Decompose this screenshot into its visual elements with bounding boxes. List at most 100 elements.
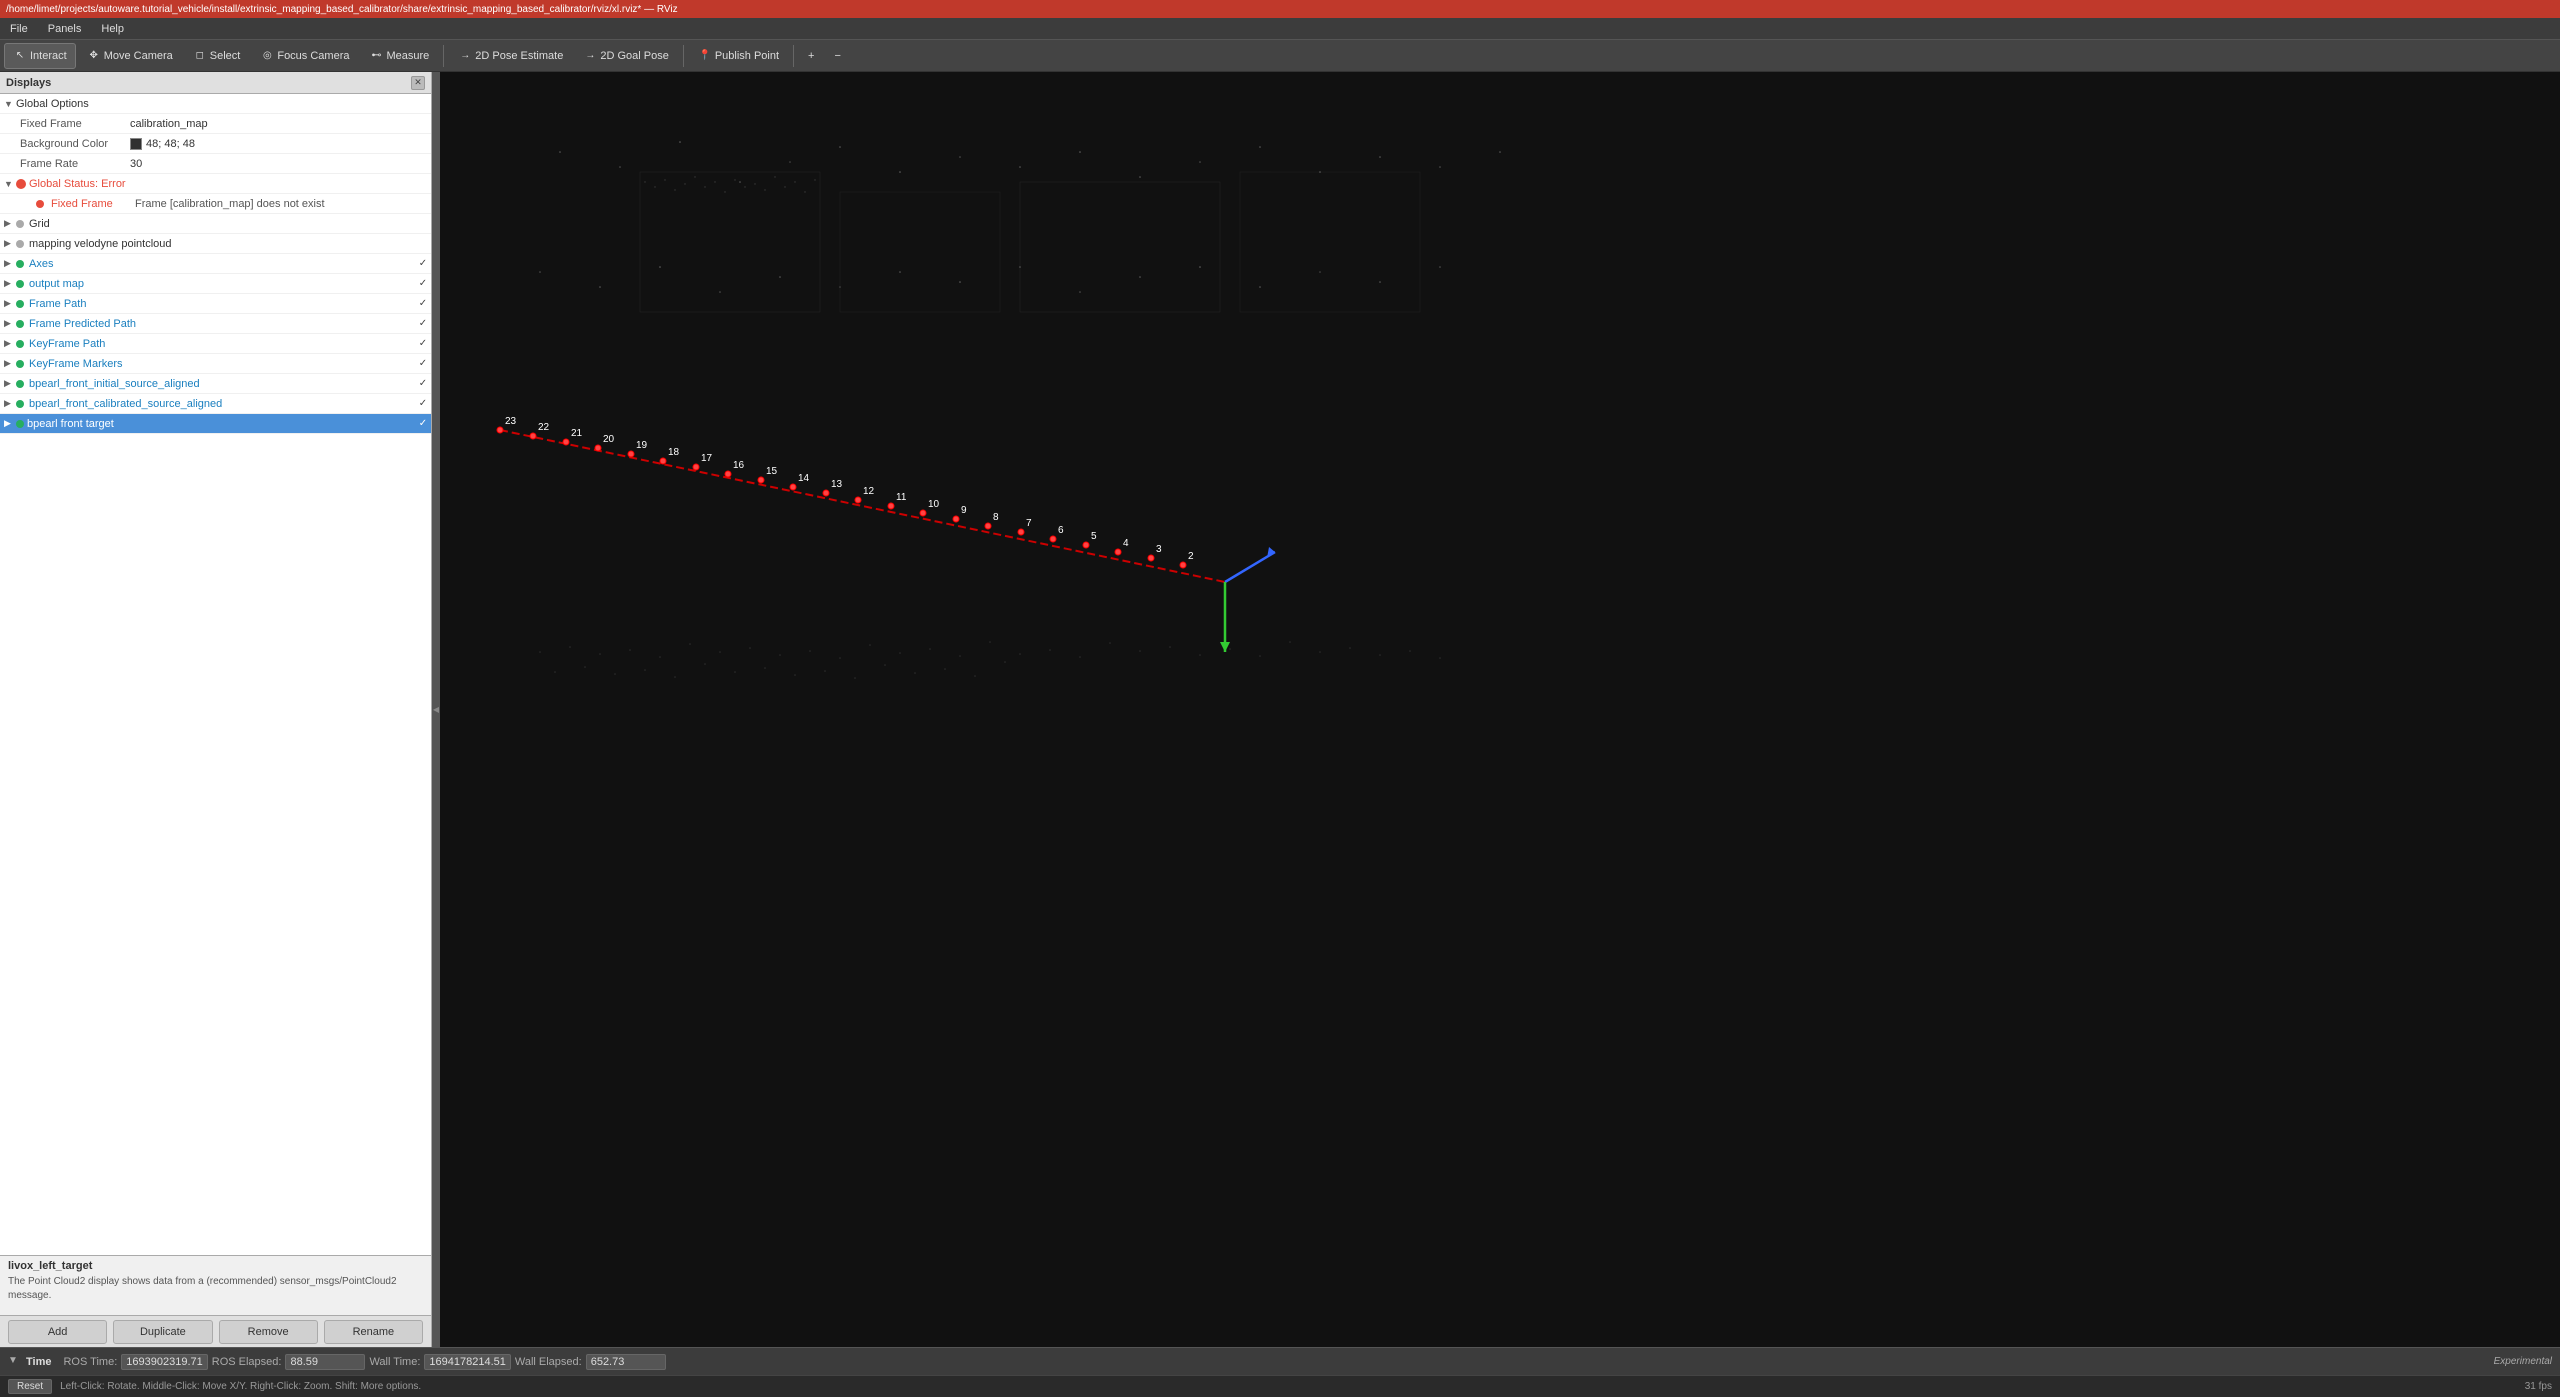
point-cloud-canvas: 23 22 21 20 19 18 (440, 72, 2560, 1347)
trajectory-overlay: 23 22 21 20 19 18 (440, 72, 2560, 1347)
description-title: livox_left_target (8, 1260, 423, 1272)
time-expand-button[interactable]: ▼ (8, 1355, 22, 1369)
svg-text:5: 5 (1091, 531, 1097, 542)
separator-1 (443, 45, 444, 67)
publish-point-icon: 📍 (698, 49, 712, 63)
svg-text:4: 4 (1123, 538, 1129, 549)
select-icon: ◻ (193, 49, 207, 63)
svg-text:7: 7 (1026, 518, 1032, 529)
display-tree[interactable]: ▼ Global Options Fixed Frame calibration… (0, 94, 431, 1255)
wall-elapsed-value[interactable]: 652.73 (586, 1354, 666, 1370)
goal-pose-button[interactable]: → 2D Goal Pose (574, 43, 677, 69)
tree-item-global-status[interactable]: ▼ Global Status: Error (0, 174, 431, 194)
tree-item-mapping-velodyne[interactable]: ▶ mapping velodyne pointcloud (0, 234, 431, 254)
svg-text:21: 21 (571, 428, 583, 439)
duplicate-button[interactable]: Duplicate (113, 1320, 212, 1344)
menu-panels[interactable]: Panels (44, 21, 86, 37)
menu-file[interactable]: File (6, 21, 32, 37)
wall-time-value[interactable]: 1694178214.51 (424, 1354, 510, 1370)
tree-item-output-map[interactable]: ▶ output map ✓ (0, 274, 431, 294)
reset-button[interactable]: Reset (8, 1379, 52, 1394)
tree-item-fixed-frame[interactable]: Fixed Frame calibration_map (0, 114, 431, 134)
pose-estimate-button[interactable]: → 2D Pose Estimate (449, 43, 572, 69)
remove-button[interactable]: Remove (219, 1320, 318, 1344)
interact-button[interactable]: ↖ Interact (4, 43, 76, 69)
action-buttons: Add Duplicate Remove Rename (0, 1315, 431, 1347)
separator-3 (793, 45, 794, 67)
focus-camera-icon: ◎ (260, 49, 274, 63)
rename-button[interactable]: Rename (324, 1320, 423, 1344)
tree-item-bpearl-target[interactable]: ▶ bpearl front target ✓ (0, 414, 431, 434)
svg-text:6: 6 (1058, 525, 1064, 536)
wall-elapsed-label: Wall Elapsed: (515, 1356, 582, 1368)
tree-item-frame-predicted-path[interactable]: ▶ Frame Predicted Path ✓ (0, 314, 431, 334)
tree-item-bg-color[interactable]: Background Color 48; 48; 48 (0, 134, 431, 154)
3d-viewport[interactable]: 23 22 21 20 19 18 (440, 72, 2560, 1347)
wall-time-label: Wall Time: (369, 1356, 420, 1368)
svg-text:20: 20 (603, 434, 615, 445)
interact-icon: ↖ (13, 49, 27, 63)
tree-item-frame-rate[interactable]: Frame Rate 30 (0, 154, 431, 174)
displays-title: Displays (6, 77, 51, 89)
left-panel: Displays ✕ ▼ Global Options Fixed Frame … (0, 72, 432, 1347)
minus-button[interactable]: − (825, 43, 849, 69)
fps-display: 31 fps (2525, 1381, 2552, 1392)
tree-item-fixed-frame-error[interactable]: Fixed Frame Frame [calibration_map] does… (0, 194, 431, 214)
svg-text:16: 16 (733, 460, 745, 471)
measure-button[interactable]: ⊷ Measure (360, 43, 438, 69)
svg-text:2: 2 (1188, 551, 1194, 562)
status-help-text: Left-Click: Rotate. Middle-Click: Move X… (60, 1381, 421, 1392)
description-text: The Point Cloud2 display shows data from… (8, 1275, 423, 1303)
ros-elapsed-value[interactable]: 88.59 (285, 1354, 365, 1370)
svg-text:23: 23 (505, 416, 517, 427)
experimental-label: Experimental (2494, 1356, 2552, 1367)
status-bar: Reset Left-Click: Rotate. Middle-Click: … (0, 1375, 2560, 1397)
ros-time-value[interactable]: 1693902319.71 (121, 1354, 207, 1370)
svg-text:18: 18 (668, 447, 680, 458)
panel-resize-handle[interactable] (432, 72, 440, 1347)
tree-item-bpearl-initial[interactable]: ▶ bpearl_front_initial_source_aligned ✓ (0, 374, 431, 394)
toolbar: ↖ Interact ✥ Move Camera ◻ Select ◎ Focu… (0, 40, 2560, 72)
svg-text:19: 19 (636, 440, 648, 451)
plus-button[interactable]: + (799, 43, 823, 69)
tree-item-keyframe-markers[interactable]: ▶ KeyFrame Markers ✓ (0, 354, 431, 374)
time-panel: ▼ Time ROS Time: 1693902319.71 ROS Elaps… (0, 1347, 2560, 1375)
svg-text:3: 3 (1156, 544, 1162, 555)
tree-item-frame-path[interactable]: ▶ Frame Path ✓ (0, 294, 431, 314)
svg-text:11: 11 (896, 492, 907, 503)
svg-text:8: 8 (993, 512, 999, 523)
displays-close-button[interactable]: ✕ (411, 76, 425, 90)
tree-item-bpearl-calibrated[interactable]: ▶ bpearl_front_calibrated_source_aligned… (0, 394, 431, 414)
svg-text:10: 10 (928, 499, 940, 510)
tree-item-grid[interactable]: ▶ Grid (0, 214, 431, 234)
title-bar: /home/limet/projects/autoware.tutorial_v… (0, 0, 2560, 18)
add-button[interactable]: Add (8, 1320, 107, 1344)
main-layout: Displays ✕ ▼ Global Options Fixed Frame … (0, 72, 2560, 1347)
svg-text:14: 14 (798, 473, 810, 484)
tree-item-global-options[interactable]: ▼ Global Options (0, 94, 431, 114)
separator-2 (683, 45, 684, 67)
menu-bar: File Panels Help (0, 18, 2560, 40)
svg-text:22: 22 (538, 422, 550, 433)
svg-text:17: 17 (701, 453, 713, 464)
ros-elapsed-label: ROS Elapsed: (212, 1356, 282, 1368)
select-button[interactable]: ◻ Select (184, 43, 250, 69)
tree-item-axes[interactable]: ▶ Axes ✓ (0, 254, 431, 274)
goal-pose-icon: → (583, 49, 597, 63)
description-area: livox_left_target The Point Cloud2 displ… (0, 1255, 431, 1315)
focus-camera-button[interactable]: ◎ Focus Camera (251, 43, 358, 69)
pose-estimate-icon: → (458, 49, 472, 63)
svg-text:15: 15 (766, 466, 778, 477)
menu-help[interactable]: Help (97, 21, 128, 37)
svg-text:9: 9 (961, 505, 967, 516)
measure-icon: ⊷ (369, 49, 383, 63)
svg-text:12: 12 (863, 486, 875, 497)
move-camera-icon: ✥ (87, 49, 101, 63)
tree-item-keyframe-path[interactable]: ▶ KeyFrame Path ✓ (0, 334, 431, 354)
move-camera-button[interactable]: ✥ Move Camera (78, 43, 182, 69)
publish-point-button[interactable]: 📍 Publish Point (689, 43, 788, 69)
time-panel-title: Time (26, 1356, 51, 1368)
displays-header: Displays ✕ (0, 72, 431, 94)
title-text: /home/limet/projects/autoware.tutorial_v… (6, 4, 678, 15)
ros-time-label: ROS Time: (63, 1356, 117, 1368)
